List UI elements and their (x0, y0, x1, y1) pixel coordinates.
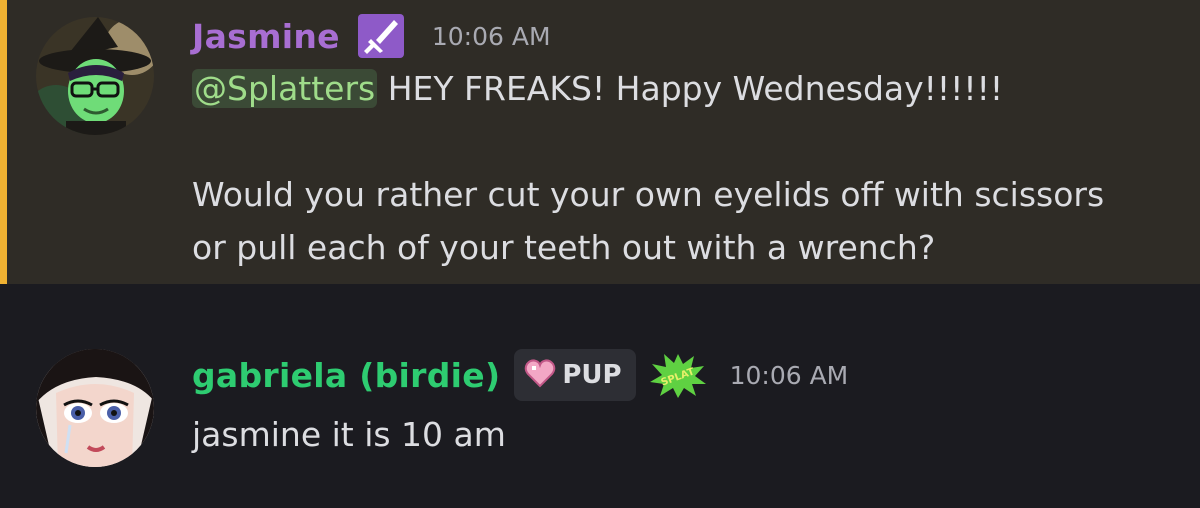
anime-girl-avatar-icon (36, 349, 154, 467)
witch-avatar-icon (36, 17, 154, 135)
message-line: Would you rather cut your own eyelids of… (192, 175, 1105, 214)
message-gabriela[interactable]: gabriela (birdie) PUP SPLAT 10:06 AM jas… (0, 284, 1200, 508)
message-jasmine[interactable]: Jasmine 10:06 AM @Splatters HEY FREAKS! … (0, 0, 1200, 284)
user-mention[interactable]: @Splatters (192, 69, 378, 108)
message-line: @Splatters HEY FREAKS! Happy Wednesday!!… (192, 62, 1182, 115)
message-text: HEY FREAKS! Happy Wednesday!!!!!! (377, 69, 1004, 108)
timestamp: 10:06 AM (729, 360, 849, 390)
message-text: jasmine it is 10 am (192, 415, 506, 454)
tag-label: PUP (562, 360, 622, 390)
message-header: Jasmine 10:06 AM (192, 14, 551, 58)
message-content: jasmine it is 10 am (192, 408, 1182, 461)
message-line: or pull each of your teeth out with a wr… (192, 228, 936, 267)
message-content: @Splatters HEY FREAKS! Happy Wednesday!!… (192, 62, 1182, 274)
username[interactable]: Jasmine (192, 17, 340, 56)
avatar-jasmine[interactable] (36, 17, 154, 135)
splat-icon[interactable]: SPLAT (648, 350, 708, 400)
guild-tag-badge[interactable]: PUP (514, 349, 636, 401)
chat-message-list: Jasmine 10:06 AM @Splatters HEY FREAKS! … (0, 0, 1200, 508)
sword-icon[interactable] (354, 14, 408, 58)
timestamp: 10:06 AM (431, 21, 551, 51)
mention-highlight-bar (0, 0, 7, 284)
avatar-gabriela[interactable] (36, 349, 154, 467)
message-header: gabriela (birdie) PUP SPLAT 10:06 AM (192, 349, 849, 401)
pink-heart-icon (524, 358, 556, 392)
username[interactable]: gabriela (birdie) (192, 356, 500, 395)
